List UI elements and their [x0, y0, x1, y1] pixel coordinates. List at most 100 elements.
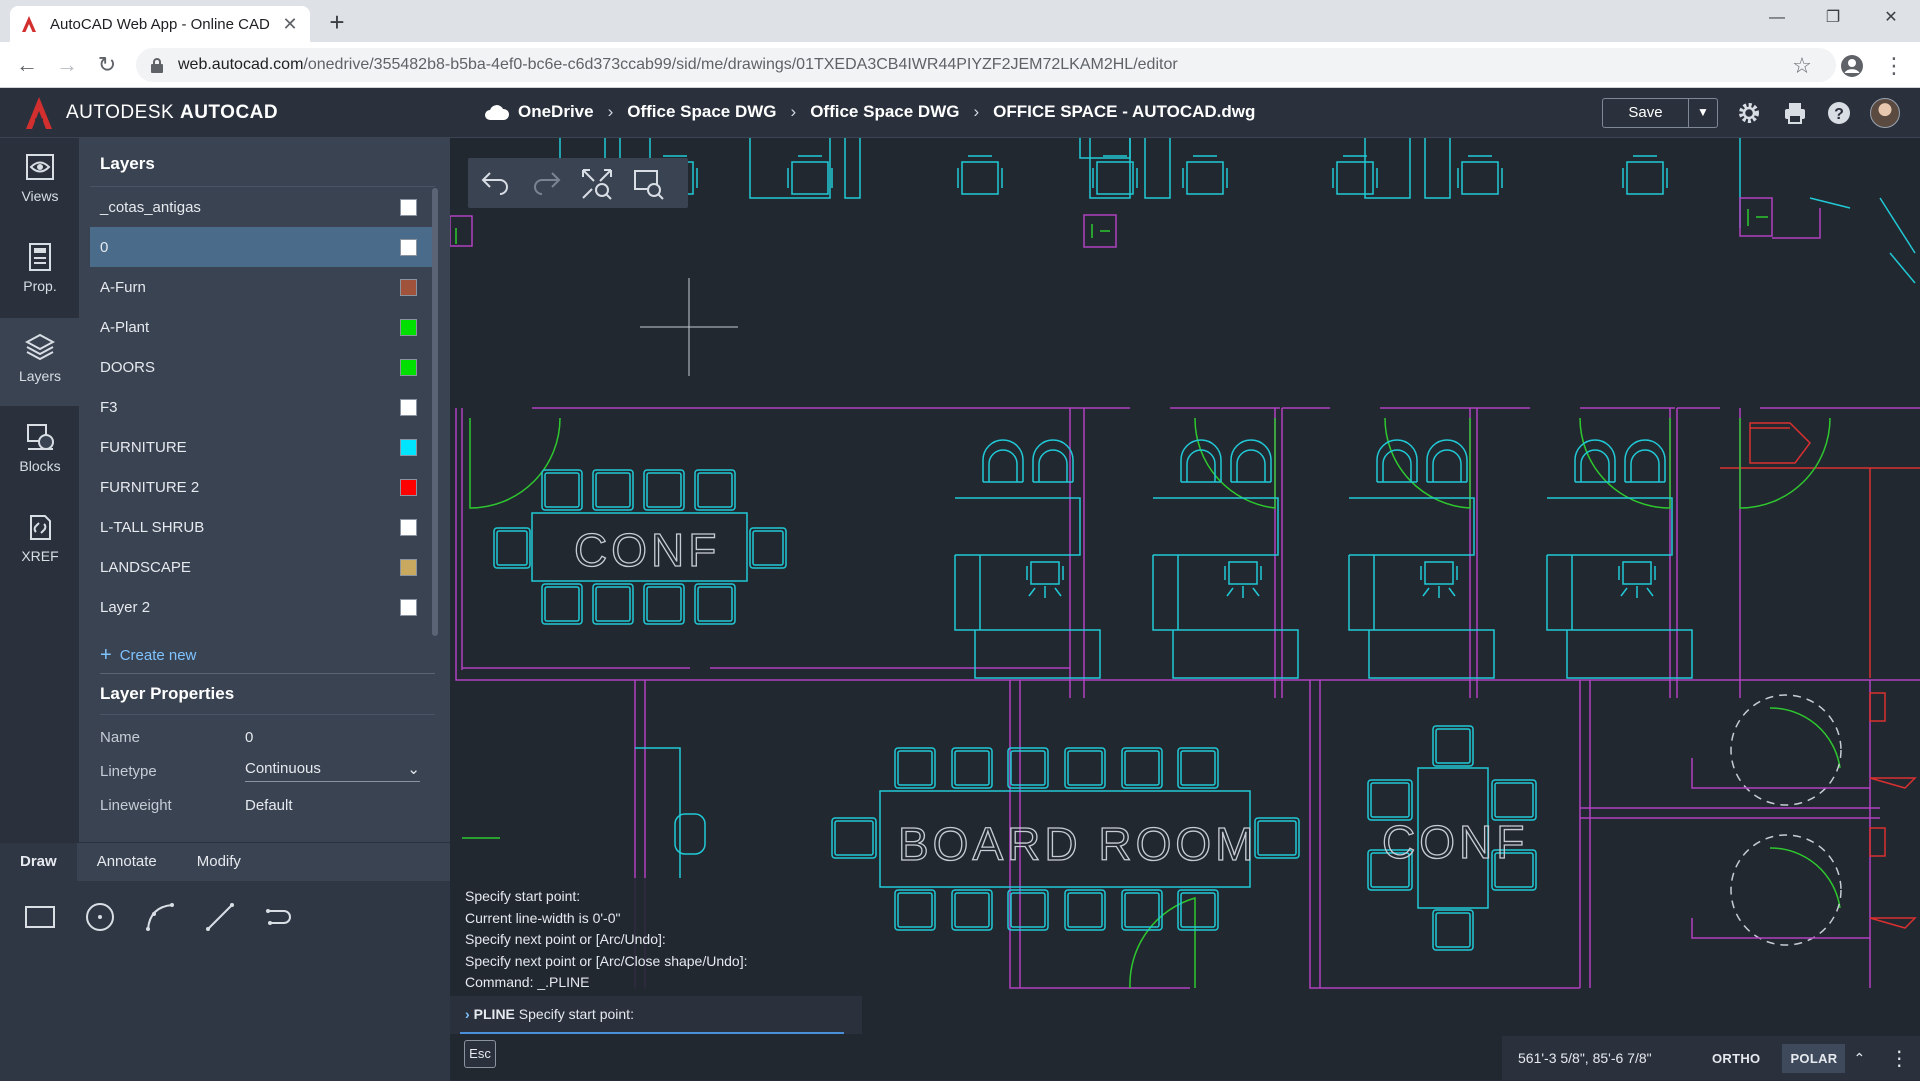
rail-xref[interactable]: XREF	[0, 498, 80, 586]
rail-blocks[interactable]: Blocks	[0, 408, 80, 496]
zoom-extents-icon[interactable]	[580, 167, 614, 201]
layer-row[interactable]: Layer 2	[90, 587, 435, 627]
new-tab-button[interactable]: +	[322, 8, 352, 38]
layer-color-swatch[interactable]	[400, 198, 417, 216]
rail-label: Blocks	[19, 458, 61, 474]
save-dropdown-button[interactable]: ▼	[1689, 99, 1717, 127]
layer-row[interactable]: LANDSCAPE	[90, 547, 435, 587]
command-line-input[interactable]: › PLINE Specify start point:	[450, 996, 862, 1034]
blocks-icon	[27, 424, 54, 450]
rail-views[interactable]: Views	[0, 138, 80, 226]
layer-list-scrollbar[interactable]	[432, 188, 438, 636]
tab-draw[interactable]: Draw	[0, 843, 77, 881]
breadcrumb-onedrive[interactable]: OneDrive	[518, 102, 594, 122]
prop-lineweight-label: Lineweight	[100, 796, 172, 814]
layer-name: _cotas_antigas	[100, 198, 201, 216]
user-avatar[interactable]	[1870, 98, 1900, 128]
browser-menu-icon[interactable]: ⋮	[1880, 52, 1908, 80]
layer-color-swatch[interactable]	[400, 278, 417, 296]
layer-row[interactable]: DOORS	[90, 347, 435, 387]
autocad-logo-icon	[26, 97, 52, 129]
line-icon[interactable]	[200, 897, 240, 937]
undo-icon[interactable]	[478, 167, 512, 201]
layer-row[interactable]: F3	[90, 387, 435, 427]
polar-toggle[interactable]: POLAR	[1782, 1043, 1846, 1073]
layer-color-swatch[interactable]	[400, 558, 417, 576]
minimize-button[interactable]: —	[1754, 0, 1800, 36]
address-bar[interactable]: web.autocad.com/onedrive/355482b8-b5ba-4…	[136, 48, 1836, 82]
polyline-icon[interactable]	[260, 897, 300, 937]
drawing-canvas[interactable]: CONF BOARD ROOM CONF Specify start point…	[450, 138, 1920, 1080]
breadcrumb-folder-1[interactable]: Office Space DWG	[627, 102, 776, 122]
layer-name: F3	[100, 398, 118, 416]
layers-title: Layers	[100, 154, 155, 173]
command-history-line: Current line-width is 0'-0"	[465, 909, 621, 926]
layer-name: Layer 2	[100, 598, 151, 616]
reload-button[interactable]: ↻	[92, 50, 122, 80]
layer-row[interactable]: FURNITURE 2	[90, 467, 435, 507]
layer-name: L-TALL SHRUB	[100, 518, 205, 536]
arc-icon[interactable]	[140, 897, 180, 937]
print-icon[interactable]	[1782, 100, 1808, 126]
divider	[100, 714, 435, 715]
breadcrumb-folder-2[interactable]: Office Space DWG	[810, 102, 959, 122]
profile-icon[interactable]	[1838, 52, 1866, 80]
chevron-up-icon[interactable]: ⌃	[1853, 1050, 1865, 1067]
save-button[interactable]: Save	[1603, 99, 1689, 127]
linetype-select[interactable]: Continuous ⌄	[245, 760, 420, 782]
layer-name: FURNITURE	[100, 438, 187, 456]
bookmark-star-icon[interactable]: ☆	[1788, 52, 1816, 80]
autocad-favicon-icon	[22, 16, 36, 32]
layer-row[interactable]: A-Plant	[90, 307, 435, 347]
layer-row[interactable]: _cotas_antigas	[90, 187, 435, 227]
layer-color-swatch[interactable]	[400, 398, 417, 416]
tab-annotate[interactable]: Annotate	[77, 843, 177, 881]
settings-gear-icon[interactable]	[1736, 100, 1762, 126]
layer-name: DOORS	[100, 358, 156, 376]
circle-icon[interactable]	[80, 897, 120, 937]
chevron-right-icon: ›	[465, 1006, 470, 1022]
forward-button[interactable]: →	[52, 50, 82, 80]
tab-modify[interactable]: Modify	[177, 843, 261, 881]
prop-name-value[interactable]: 0	[245, 729, 253, 746]
layer-color-swatch[interactable]	[400, 478, 417, 496]
rail-properties[interactable]: Prop.	[0, 228, 80, 316]
ortho-toggle[interactable]: ORTHO	[1712, 1051, 1760, 1066]
escape-button[interactable]: Esc	[464, 1040, 496, 1068]
layer-row[interactable]: 0	[90, 227, 435, 267]
layer-color-swatch[interactable]	[400, 318, 417, 336]
svg-text:?: ?	[1834, 106, 1844, 123]
back-button[interactable]: ←	[12, 50, 42, 80]
command-history-line: Specify next point or [Arc/Undo]:	[465, 931, 666, 947]
layer-color-swatch[interactable]	[400, 238, 417, 256]
xref-icon	[30, 515, 51, 540]
layer-row[interactable]: FURNITURE	[90, 427, 435, 467]
prop-name-row: Name 0	[100, 722, 440, 752]
layer-list: _cotas_antigas 0 A-Furn A-Plant DOORS F3 FURNI…	[90, 186, 435, 636]
prop-linetype-row: Linetype Continuous ⌄	[100, 756, 440, 786]
layer-color-swatch[interactable]	[400, 358, 417, 376]
breadcrumb-file: OFFICE SPACE - AUTOCAD.dwg	[993, 102, 1256, 121]
tab-title: AutoCAD Web App - Online CAD	[50, 15, 270, 33]
close-window-button[interactable]: ✕	[1868, 0, 1914, 36]
rail-layers[interactable]: Layers	[0, 318, 80, 406]
layer-color-swatch[interactable]	[400, 438, 417, 456]
layer-row[interactable]: A-Furn	[90, 267, 435, 307]
cursor-coordinates: 561'-3 5/8", 85'-6 7/8"	[1518, 1050, 1652, 1066]
prop-lineweight-value[interactable]: Default	[245, 797, 293, 814]
restore-button[interactable]: ❐	[1810, 0, 1856, 36]
layer-name: LANDSCAPE	[100, 558, 191, 576]
layer-color-swatch[interactable]	[400, 518, 417, 536]
plus-icon: +	[100, 644, 112, 666]
create-new-layer-button[interactable]: + Create new	[100, 638, 435, 674]
help-icon[interactable]: ?	[1826, 100, 1852, 126]
layer-row[interactable]: L-TALL SHRUB	[90, 507, 435, 547]
browser-tab[interactable]: AutoCAD Web App - Online CAD ✕	[10, 6, 310, 42]
layer-properties-title: Layer Properties	[100, 684, 235, 703]
layer-color-swatch[interactable]	[400, 598, 417, 616]
tab-close-icon[interactable]: ✕	[280, 14, 300, 35]
zoom-window-icon[interactable]	[632, 167, 666, 201]
rectangle-icon[interactable]	[20, 897, 60, 937]
redo-icon[interactable]	[530, 167, 564, 201]
more-options-icon[interactable]: ⋮	[1889, 1046, 1909, 1071]
